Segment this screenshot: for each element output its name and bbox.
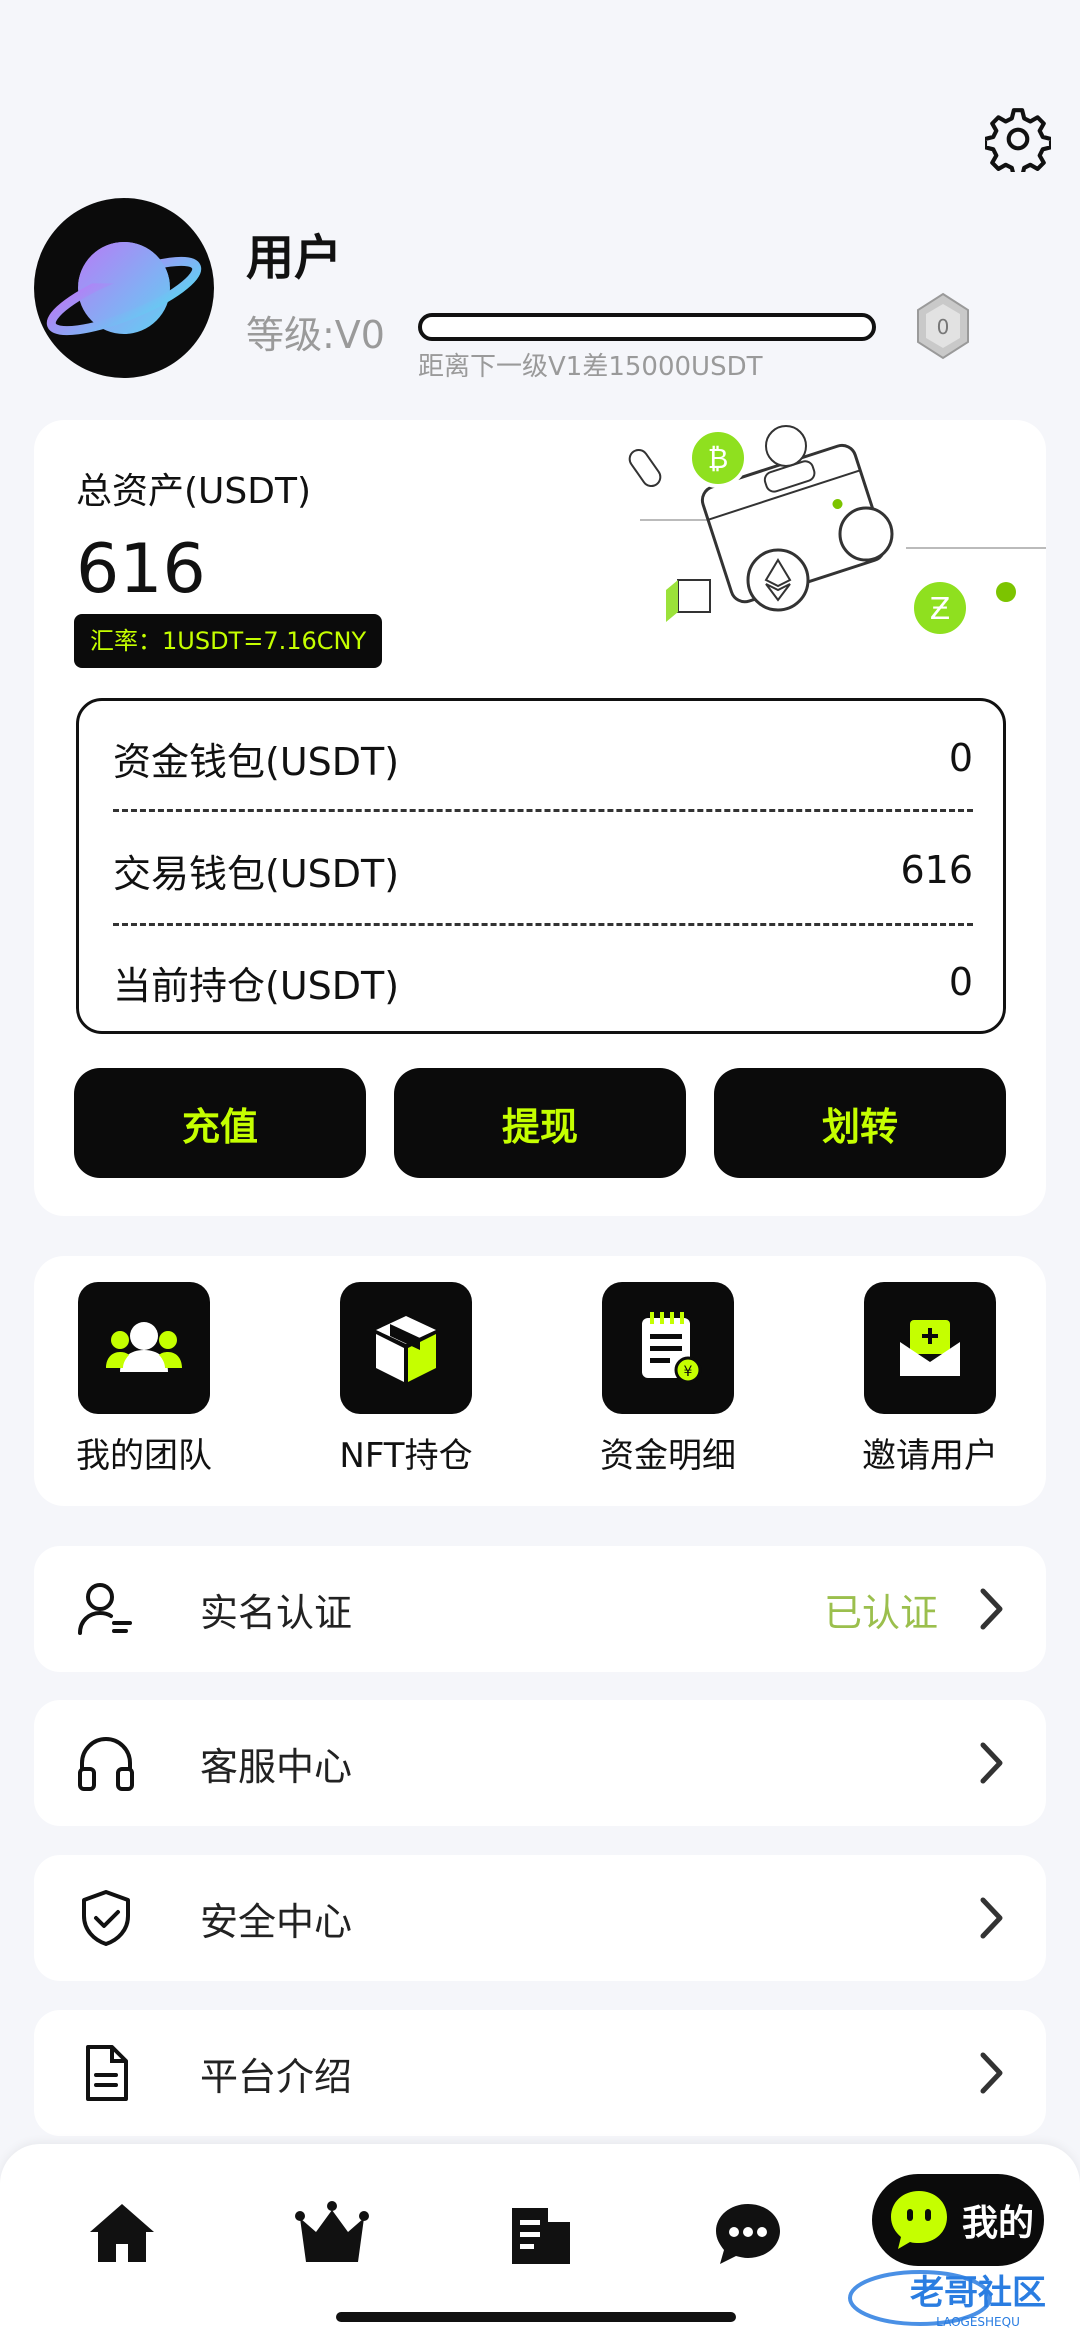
divider [113, 809, 973, 812]
crown-icon[interactable] [292, 2194, 372, 2274]
wallet-value: 0 [948, 960, 973, 1004]
wallet-label: 交易钱包(USDT) [113, 851, 400, 896]
wallet-row-fund[interactable]: 资金钱包(USDT) 0 [113, 701, 973, 815]
watermark-logo: 老哥社区 LAOGESHEQU [848, 2270, 1046, 2329]
chat-icon[interactable] [708, 2194, 788, 2274]
ledger-icon: ¥ [642, 1312, 702, 1384]
planet-icon [46, 242, 202, 336]
menu-label: 客服中心 [200, 1744, 353, 1789]
wallet-label: 资金钱包(USDT) [113, 739, 400, 784]
shortcut-grid: 我的团队 NFT持仓 ¥ 资金明细 邀请用户 [34, 1256, 1046, 1506]
shortcut-label: 邀请用户 [862, 1436, 998, 1476]
level-progress-bar [418, 313, 876, 341]
verified-status: 已认证 [823, 1590, 938, 1635]
svg-text:₿: ₿ [708, 442, 729, 475]
wallet-row-position[interactable]: 当前持仓(USDT) 0 [113, 925, 973, 1039]
menu-security-center[interactable]: 安全中心 [34, 1855, 1046, 1981]
avatar[interactable] [34, 198, 214, 378]
invite-icon [900, 1320, 960, 1376]
svg-text:¥: ¥ [684, 1364, 693, 1380]
headset-icon [78, 1737, 134, 1791]
chevron-right-icon [980, 1897, 1003, 1939]
transfer-button[interactable]: 划转 [714, 1068, 1006, 1178]
menu-customer-service[interactable]: 客服中心 [34, 1700, 1046, 1826]
watermark-text: 老哥社区 [910, 2273, 1046, 2313]
menu-label: 平台介绍 [200, 2054, 353, 2099]
document-icon [86, 2045, 128, 2101]
shortcut-nft-holdings[interactable]: NFT持仓 [296, 1282, 516, 1477]
level-hint: 距离下一级V1差15000USDT [418, 352, 763, 382]
shortcut-fund-details[interactable]: ¥ 资金明细 [558, 1282, 778, 1477]
home-icon[interactable] [82, 2194, 162, 2274]
deposit-button[interactable]: 充值 [74, 1068, 366, 1178]
user-verify-icon [78, 1583, 132, 1635]
exchange-rate-badge: 汇率：1USDT=7.16CNY [74, 614, 383, 668]
wallet-breakdown: 资金钱包(USDT) 0 交易钱包(USDT) 616 当前持仓(USDT) 0 [76, 698, 1006, 1034]
watermark-subtext: LAOGESHEQU [936, 2315, 1020, 2329]
chevron-right-icon [980, 2052, 1003, 2094]
buildings-icon[interactable] [500, 2194, 580, 2274]
menu-real-name-auth[interactable]: 实名认证 已认证 [34, 1546, 1046, 1672]
team-icon [106, 1322, 182, 1372]
user-level: 等级:V0 [246, 313, 385, 357]
total-assets-label: 总资产(USDT) [76, 471, 312, 512]
total-assets-value: 616 [76, 530, 206, 609]
asset-card: 总资产(USDT) 616 汇率：1USDT=7.16CNY ₿ Ƶ 资金钱包(… [34, 420, 1046, 1216]
level-badge-icon: 0 [917, 292, 969, 360]
home-indicator [336, 2312, 736, 2322]
wallet-illustration: ₿ Ƶ [628, 425, 1046, 638]
svg-text:Ƶ: Ƶ [930, 592, 951, 627]
chevron-right-icon [980, 1742, 1003, 1784]
badge-level-text: 0 [937, 315, 950, 339]
wallet-value: 0 [948, 736, 973, 780]
shortcut-label: 我的团队 [76, 1436, 212, 1476]
wallet-row-trade[interactable]: 交易钱包(USDT) 616 [113, 813, 973, 927]
wallet-value: 616 [900, 848, 973, 892]
menu-label: 实名认证 [200, 1590, 353, 1635]
withdraw-button[interactable]: 提现 [394, 1068, 686, 1178]
chevron-right-icon [980, 1588, 1003, 1630]
shortcut-my-team[interactable]: 我的团队 [34, 1282, 254, 1477]
shortcut-label: 资金明细 [600, 1436, 736, 1476]
settings-gear-icon[interactable] [985, 106, 1051, 172]
box-icon [376, 1316, 436, 1382]
shortcut-label: NFT持仓 [339, 1436, 473, 1476]
mine-icon [891, 2191, 947, 2249]
username: 用户 [246, 230, 343, 286]
tab-mine-label: 我的 [962, 2203, 1035, 2244]
menu-label: 安全中心 [200, 1899, 353, 1944]
shield-icon [82, 1890, 130, 1946]
shortcut-invite-users[interactable]: 邀请用户 [820, 1282, 1040, 1477]
wallet-label: 当前持仓(USDT) [113, 963, 400, 1008]
menu-platform-intro[interactable]: 平台介绍 [34, 2010, 1046, 2136]
